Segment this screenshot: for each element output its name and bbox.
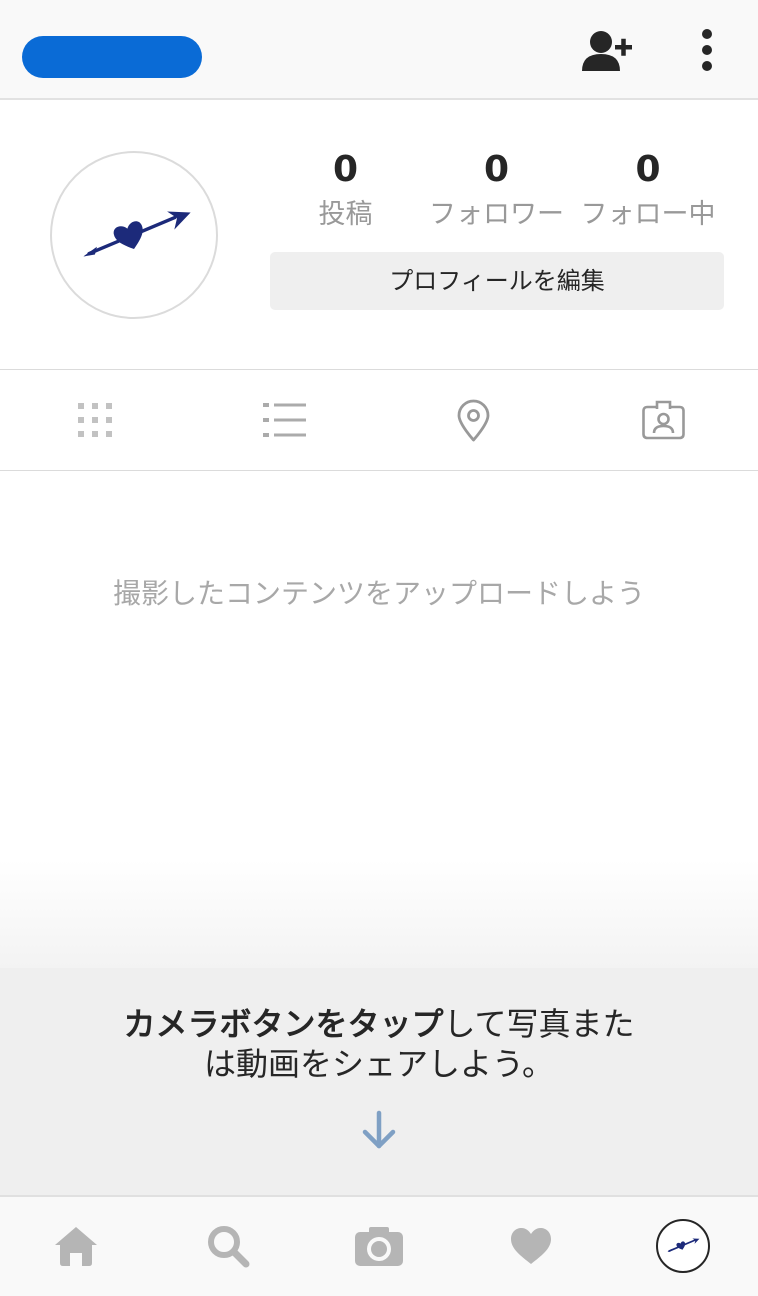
nav-camera[interactable] (303, 1195, 454, 1296)
posts-label: 投稿 (318, 199, 373, 230)
tip-fade (0, 860, 758, 968)
profile-avatar[interactable] (50, 151, 218, 319)
following-count: 0 (635, 149, 661, 190)
stat-followers[interactable]: 0 フォロワー (421, 148, 572, 238)
tagged-photos-icon (642, 400, 685, 440)
tab-grid[interactable] (0, 370, 189, 470)
arrow-down-icon (362, 1110, 396, 1149)
tip-line-2: は動画をシェアしよう。 (203, 1045, 555, 1083)
edit-profile-button[interactable]: プロフィールを編集 (270, 252, 724, 310)
profile-avatar-icon (655, 1218, 710, 1273)
camera-icon (354, 1226, 403, 1266)
location-pin-icon (457, 399, 490, 441)
tab-tagged[interactable] (569, 370, 758, 470)
followers-label: フォロワー (429, 199, 564, 230)
nav-activity[interactable] (455, 1195, 606, 1296)
stat-posts: 0 投稿 (270, 148, 421, 238)
grid-icon (77, 403, 112, 437)
stat-following[interactable]: 0 フォロー中 (572, 148, 724, 238)
home-icon (54, 1226, 97, 1266)
empty-state-message: 撮影したコンテンツをアップロードしよう (112, 577, 645, 610)
add-user-icon (582, 31, 632, 71)
tab-list[interactable] (190, 370, 379, 470)
posts-count: 0 (332, 149, 359, 190)
tip-line-1: カメラボタンをタップして写真また (0, 1004, 758, 1044)
list-icon (263, 403, 306, 437)
options-menu-button[interactable] (697, 26, 717, 74)
heart-arrow-icon (83, 211, 191, 257)
followers-count: 0 (483, 149, 510, 190)
tip-arrow (361, 1110, 397, 1150)
search-icon (207, 1225, 249, 1267)
nav-home[interactable] (0, 1195, 151, 1296)
heart-icon (510, 1227, 551, 1264)
tip-text: して写真また (443, 1005, 635, 1043)
following-label: フォロー中 (580, 199, 716, 230)
tab-location[interactable] (379, 370, 568, 470)
nav-profile[interactable] (607, 1195, 758, 1296)
add-user-button[interactable] (580, 30, 634, 72)
tip-emphasis: カメラボタンをタップ (123, 1005, 444, 1043)
nav-search[interactable] (152, 1195, 303, 1296)
heart-arrow-icon (666, 1237, 699, 1252)
redacted-username (22, 36, 202, 78)
more-vertical-icon (702, 29, 712, 71)
divider (0, 470, 758, 471)
